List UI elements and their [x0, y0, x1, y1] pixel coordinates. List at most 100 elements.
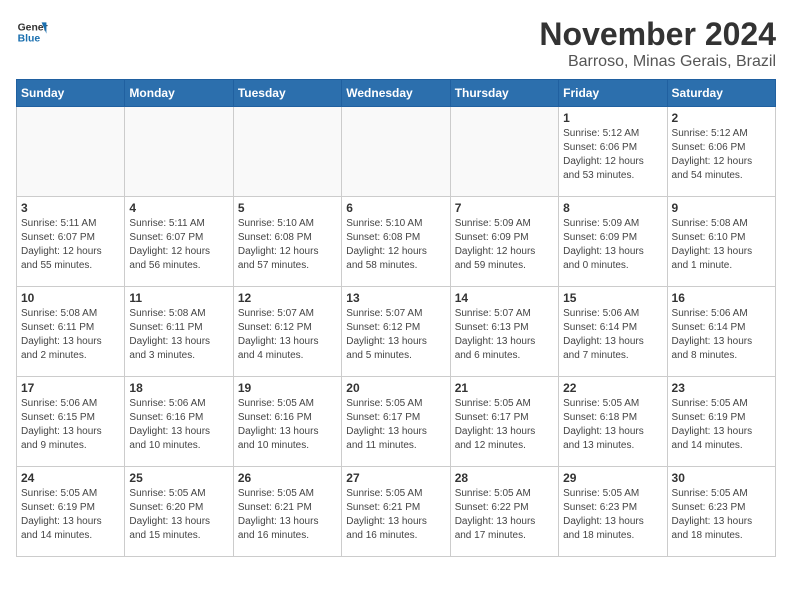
day-number: 23 [672, 381, 771, 395]
day-info: Sunrise: 5:06 AM Sunset: 6:15 PM Dayligh… [21, 397, 120, 453]
day-number: 26 [238, 471, 337, 485]
day-number: 7 [455, 201, 554, 215]
weekday-header-saturday: Saturday [667, 80, 775, 107]
day-info: Sunrise: 5:06 AM Sunset: 6:14 PM Dayligh… [563, 307, 662, 363]
day-number: 27 [346, 471, 445, 485]
calendar-cell: 9Sunrise: 5:08 AM Sunset: 6:10 PM Daylig… [667, 197, 775, 287]
calendar-cell: 3Sunrise: 5:11 AM Sunset: 6:07 PM Daylig… [17, 197, 125, 287]
calendar-cell: 22 Sunrise: 5:05 AM Sunset: 6:18 PM Dayli… [559, 377, 667, 467]
day-info: Sunrise: 5:05 AM Sunset: 6:20 PM Dayligh… [129, 487, 228, 543]
calendar-cell: 14 Sunrise: 5:07 AM Sunset: 6:13 PM Dayli… [450, 287, 558, 377]
day-number: 11 [129, 291, 228, 305]
month-title: November 2024 [539, 16, 776, 53]
day-info: Sunrise: 5:08 AM Sunset: 6:11 PM Dayligh… [21, 307, 120, 363]
calendar: SundayMondayTuesdayWednesdayThursdayFrid… [16, 79, 776, 557]
calendar-cell [125, 107, 233, 197]
day-number: 17 [21, 381, 120, 395]
calendar-cell: 25 Sunrise: 5:05 AM Sunset: 6:20 PM Dayli… [125, 467, 233, 557]
calendar-cell: 8 Sunrise: 5:09 AM Sunset: 6:09 PM Daylig… [559, 197, 667, 287]
calendar-cell: 2 Sunrise: 5:12 AM Sunset: 6:06 PM Daylig… [667, 107, 775, 197]
header: General Blue November 2024 Barroso, Mina… [16, 16, 776, 71]
day-number: 6 [346, 201, 445, 215]
day-number: 30 [672, 471, 771, 485]
calendar-cell [450, 107, 558, 197]
day-number: 18 [129, 381, 228, 395]
day-info: Sunrise: 5:05 AM Sunset: 6:17 PM Dayligh… [455, 397, 554, 453]
day-number: 22 [563, 381, 662, 395]
day-number: 8 [563, 201, 662, 215]
weekday-header-wednesday: Wednesday [342, 80, 450, 107]
calendar-cell: 17 Sunrise: 5:06 AM Sunset: 6:15 PM Dayli… [17, 377, 125, 467]
calendar-body: 1 Sunrise: 5:12 AM Sunset: 6:06 PM Daylig… [17, 107, 776, 557]
day-info: Sunrise: 5:11 AM Sunset: 6:07 PM Dayligh… [21, 217, 120, 273]
calendar-cell: 6 Sunrise: 5:10 AM Sunset: 6:08 PM Daylig… [342, 197, 450, 287]
day-info: Sunrise: 5:05 AM Sunset: 6:22 PM Dayligh… [455, 487, 554, 543]
day-number: 15 [563, 291, 662, 305]
day-info: Sunrise: 5:05 AM Sunset: 6:23 PM Dayligh… [563, 487, 662, 543]
day-number: 14 [455, 291, 554, 305]
calendar-cell: 20Sunrise: 5:05 AM Sunset: 6:17 PM Dayli… [342, 377, 450, 467]
day-info: Sunrise: 5:09 AM Sunset: 6:09 PM Dayligh… [563, 217, 662, 273]
day-number: 29 [563, 471, 662, 485]
day-info: Sunrise: 5:05 AM Sunset: 6:17 PM Dayligh… [346, 397, 445, 453]
logo: General Blue [16, 16, 48, 48]
week-row-3: 17 Sunrise: 5:06 AM Sunset: 6:15 PM Dayli… [17, 377, 776, 467]
week-row-4: 24 Sunrise: 5:05 AM Sunset: 6:19 PM Dayli… [17, 467, 776, 557]
calendar-cell: 11 Sunrise: 5:08 AM Sunset: 6:11 PM Dayli… [125, 287, 233, 377]
calendar-cell: 16 Sunrise: 5:06 AM Sunset: 6:14 PM Dayli… [667, 287, 775, 377]
day-number: 19 [238, 381, 337, 395]
day-info: Sunrise: 5:05 AM Sunset: 6:21 PM Dayligh… [346, 487, 445, 543]
calendar-cell [17, 107, 125, 197]
day-info: Sunrise: 5:06 AM Sunset: 6:16 PM Dayligh… [129, 397, 228, 453]
weekday-header-friday: Friday [559, 80, 667, 107]
day-info: Sunrise: 5:10 AM Sunset: 6:08 PM Dayligh… [346, 217, 445, 273]
calendar-cell: 28 Sunrise: 5:05 AM Sunset: 6:22 PM Dayli… [450, 467, 558, 557]
calendar-cell: 18 Sunrise: 5:06 AM Sunset: 6:16 PM Dayli… [125, 377, 233, 467]
day-info: Sunrise: 5:07 AM Sunset: 6:13 PM Dayligh… [455, 307, 554, 363]
day-number: 5 [238, 201, 337, 215]
day-number: 28 [455, 471, 554, 485]
day-info: Sunrise: 5:05 AM Sunset: 6:18 PM Dayligh… [563, 397, 662, 453]
day-info: Sunrise: 5:10 AM Sunset: 6:08 PM Dayligh… [238, 217, 337, 273]
day-info: Sunrise: 5:09 AM Sunset: 6:09 PM Dayligh… [455, 217, 554, 273]
day-number: 13 [346, 291, 445, 305]
day-number: 24 [21, 471, 120, 485]
weekday-header-sunday: Sunday [17, 80, 125, 107]
day-info: Sunrise: 5:08 AM Sunset: 6:10 PM Dayligh… [672, 217, 771, 273]
calendar-cell: 12Sunrise: 5:07 AM Sunset: 6:12 PM Dayli… [233, 287, 341, 377]
calendar-header: SundayMondayTuesdayWednesdayThursdayFrid… [17, 80, 776, 107]
day-info: Sunrise: 5:05 AM Sunset: 6:19 PM Dayligh… [21, 487, 120, 543]
day-number: 16 [672, 291, 771, 305]
day-number: 2 [672, 111, 771, 125]
calendar-cell: 13 Sunrise: 5:07 AM Sunset: 6:12 PM Dayli… [342, 287, 450, 377]
calendar-cell: 24 Sunrise: 5:05 AM Sunset: 6:19 PM Dayli… [17, 467, 125, 557]
day-info: Sunrise: 5:06 AM Sunset: 6:14 PM Dayligh… [672, 307, 771, 363]
title-area: November 2024 Barroso, Minas Gerais, Bra… [539, 16, 776, 71]
calendar-cell: 27 Sunrise: 5:05 AM Sunset: 6:21 PM Dayli… [342, 467, 450, 557]
week-row-0: 1 Sunrise: 5:12 AM Sunset: 6:06 PM Daylig… [17, 107, 776, 197]
day-number: 25 [129, 471, 228, 485]
day-number: 10 [21, 291, 120, 305]
calendar-cell: 15 Sunrise: 5:06 AM Sunset: 6:14 PM Dayli… [559, 287, 667, 377]
day-info: Sunrise: 5:08 AM Sunset: 6:11 PM Dayligh… [129, 307, 228, 363]
calendar-cell: 4Sunrise: 5:11 AM Sunset: 6:07 PM Daylig… [125, 197, 233, 287]
calendar-cell: 21Sunrise: 5:05 AM Sunset: 6:17 PM Dayli… [450, 377, 558, 467]
location: Barroso, Minas Gerais, Brazil [539, 53, 776, 71]
calendar-cell [233, 107, 341, 197]
day-info: Sunrise: 5:07 AM Sunset: 6:12 PM Dayligh… [346, 307, 445, 363]
day-info: Sunrise: 5:12 AM Sunset: 6:06 PM Dayligh… [672, 127, 771, 183]
week-row-2: 10 Sunrise: 5:08 AM Sunset: 6:11 PM Dayli… [17, 287, 776, 377]
calendar-cell: 23 Sunrise: 5:05 AM Sunset: 6:19 PM Dayli… [667, 377, 775, 467]
calendar-cell: 29 Sunrise: 5:05 AM Sunset: 6:23 PM Dayli… [559, 467, 667, 557]
calendar-cell: 7 Sunrise: 5:09 AM Sunset: 6:09 PM Daylig… [450, 197, 558, 287]
weekday-header-monday: Monday [125, 80, 233, 107]
day-info: Sunrise: 5:05 AM Sunset: 6:19 PM Dayligh… [672, 397, 771, 453]
day-number: 1 [563, 111, 662, 125]
calendar-cell [342, 107, 450, 197]
weekday-header-tuesday: Tuesday [233, 80, 341, 107]
weekday-header-thursday: Thursday [450, 80, 558, 107]
week-row-1: 3Sunrise: 5:11 AM Sunset: 6:07 PM Daylig… [17, 197, 776, 287]
day-number: 12 [238, 291, 337, 305]
day-number: 4 [129, 201, 228, 215]
day-info: Sunrise: 5:12 AM Sunset: 6:06 PM Dayligh… [563, 127, 662, 183]
